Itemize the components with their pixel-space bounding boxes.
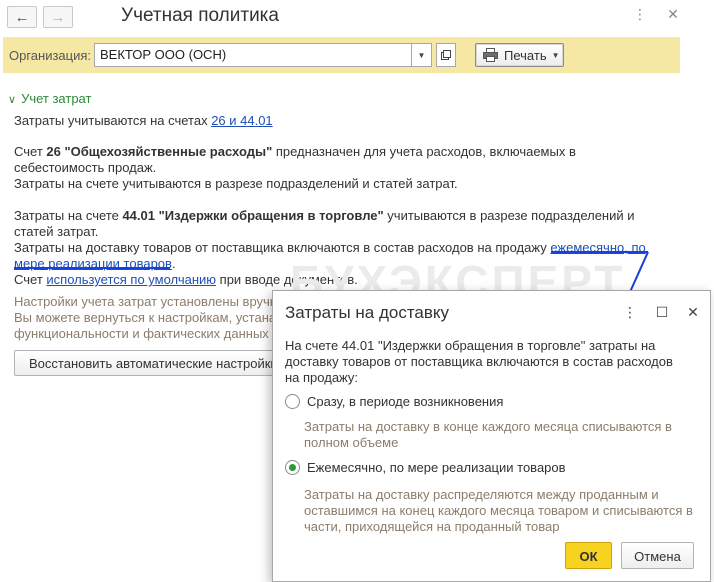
text: Затраты на доставку в конце каждого меся…: [304, 419, 672, 434]
radio-immediately[interactable]: [285, 394, 300, 409]
text: оставшимся на конец каждого месяца товар…: [304, 503, 693, 518]
radio-monthly-label[interactable]: Ежемесячно, по мере реализации товаров: [307, 460, 566, 475]
annotation-pointer: [629, 251, 649, 293]
ok-button[interactable]: ОК: [565, 542, 612, 569]
text: части, приходящейся на проданный товар: [304, 519, 560, 534]
text: на продажу:: [285, 370, 359, 385]
radio-immediately-label[interactable]: Сразу, в периоде возникновения: [307, 394, 503, 409]
maximize-icon[interactable]: ☐: [654, 304, 670, 321]
option1-hint: Затраты на доставку в конце каждого меся…: [304, 419, 672, 451]
text: полном объеме: [304, 435, 399, 450]
more-vert-icon[interactable]: ⋮: [622, 304, 638, 321]
text: доставку товаров от поставщика включаютс…: [285, 354, 673, 369]
dialog-intro: На счете 44.01 "Издержки обращения в тор…: [285, 338, 673, 386]
option2-hint: Затраты на доставку распределяются между…: [304, 487, 693, 535]
delivery-costs-dialog: Затраты на доставку ⋮ ☐ ✕ На счете 44.01…: [272, 290, 711, 582]
dialog-title: Затраты на доставку: [285, 303, 450, 322]
close-icon[interactable]: ✕: [685, 304, 701, 321]
text: Затраты на доставку распределяются между…: [304, 487, 659, 502]
cancel-button[interactable]: Отмена: [621, 542, 694, 569]
radio-monthly[interactable]: [285, 460, 300, 475]
text: На счете 44.01 "Издержки обращения в тор…: [285, 338, 656, 353]
